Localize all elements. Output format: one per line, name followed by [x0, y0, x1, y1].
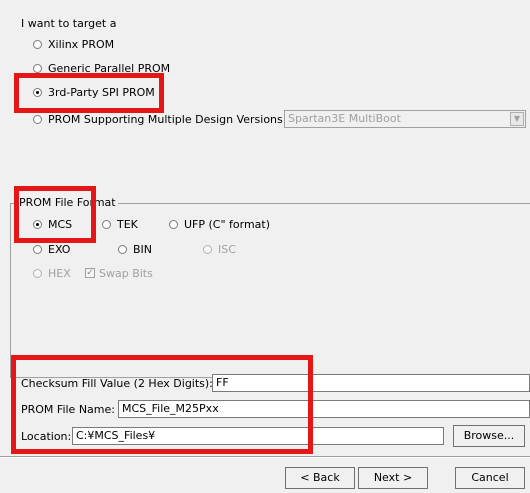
radio-generic-parallel-prom[interactable]: [33, 64, 42, 73]
multiboot-select: Spartan3E MultiBoot ▼: [284, 110, 526, 128]
radio-xilinx-prom[interactable]: [33, 40, 42, 49]
label-bin: BIN: [133, 243, 153, 256]
radio-isc: [203, 245, 212, 254]
wizard-panel: I want to target a Xilinx PROM Generic P…: [0, 0, 530, 493]
radio-tek[interactable]: [102, 220, 111, 229]
target-heading: I want to target a: [21, 17, 117, 30]
highlight-box-fields: [11, 355, 313, 454]
swap-bits-checkbox: ✓: [85, 268, 95, 278]
highlight-box-mcs: [14, 186, 96, 243]
label-multiple-design-versions: PROM Supporting Multiple Design Versions…: [48, 113, 287, 126]
radio-bin[interactable]: [118, 245, 127, 254]
next-button[interactable]: Next >: [358, 467, 428, 489]
back-button[interactable]: < Back: [285, 467, 355, 489]
radio-hex: [33, 269, 42, 278]
label-ufp: UFP (C" format): [184, 218, 271, 231]
browse-button[interactable]: Browse...: [453, 425, 525, 447]
radio-exo[interactable]: [33, 245, 42, 254]
radio-multiple-design-versions[interactable]: [33, 115, 42, 124]
label-xilinx-prom: Xilinx PROM: [48, 38, 115, 51]
label-tek: TEK: [117, 218, 138, 231]
chevron-down-icon: ▼: [510, 112, 524, 126]
label-exo: EXO: [48, 243, 71, 256]
label-isc: ISC: [218, 243, 236, 256]
highlight-box-spi-prom: [14, 73, 164, 113]
label-hex: HEX: [48, 267, 71, 280]
label-swap-bits: Swap Bits: [99, 267, 153, 280]
cancel-button[interactable]: Cancel: [455, 467, 525, 489]
footer-divider: [0, 456, 530, 458]
multiboot-select-value: Spartan3E MultiBoot: [288, 112, 401, 125]
radio-ufp[interactable]: [169, 220, 178, 229]
